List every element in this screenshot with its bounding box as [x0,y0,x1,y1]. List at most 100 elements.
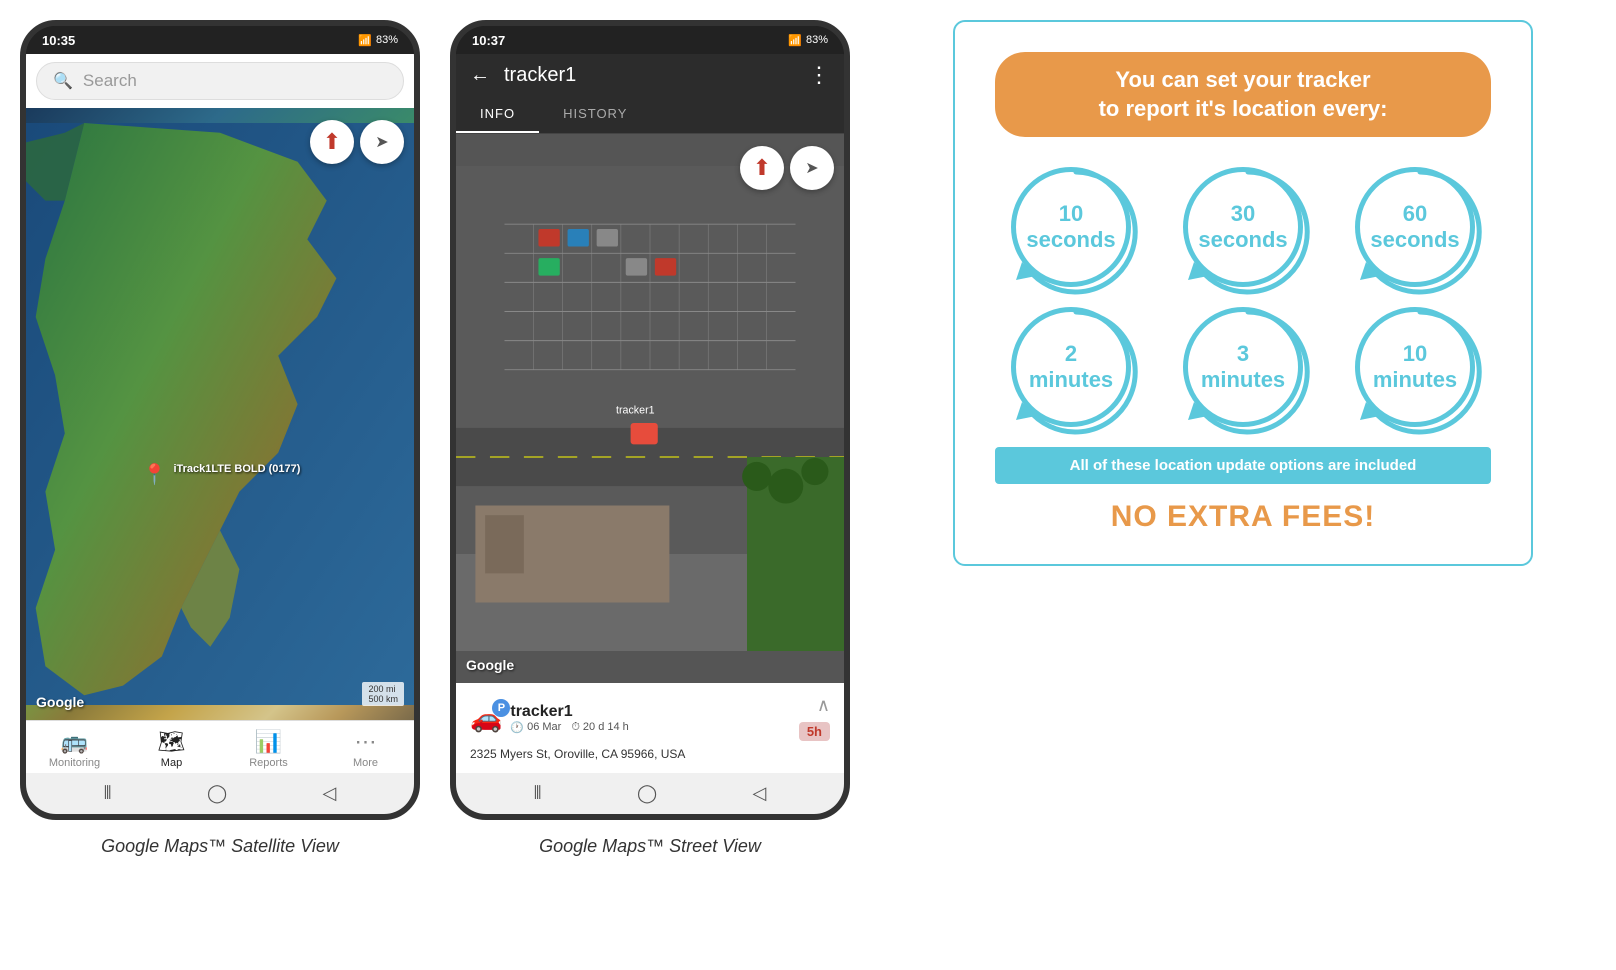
nav-btn-menu[interactable]: ⦀ [104,783,112,804]
circle-ring-3min: 3 minutes [1183,307,1303,427]
phone1-status-icons: 📶 83% [358,34,398,47]
tab-info[interactable]: INFO [456,96,539,133]
phone2-battery: 83% [806,34,828,46]
map-icon: 🗺 [158,729,186,755]
phone1-search-container: 🔍 Search [26,54,414,108]
nav-item-monitoring[interactable]: 🚌 Monitoring [45,729,105,769]
phone1-car-marker: 📍 [142,462,167,487]
phone2-app-header: ← tracker1 ⋮ [456,54,844,96]
scroll-up-icon: ∧ [817,695,830,716]
arrow-svg-10min [1352,304,1488,440]
phone1-status-bar: 10:35 📶 83% [26,26,414,54]
clock-icon: 🕐 [510,721,524,734]
arrow-svg-10 [1008,164,1144,300]
nav-btn-back[interactable]: ◁ [322,783,336,804]
circle-30sec: 30 seconds [1167,167,1319,287]
phone1-wrapper: 10:35 📶 83% 🔍 Search [20,20,420,857]
nav-item-reports[interactable]: 📊 Reports [239,729,299,769]
circle-3min: 3 minutes [1167,307,1319,427]
nav-item-more[interactable]: ⋯ More [336,729,396,769]
phone1-nav-buttons: ⦀ ◯ ◁ [26,773,414,814]
phone1-search-text: Search [83,71,137,91]
nav-item-map[interactable]: 🗺 Map [142,729,202,769]
share2-icon: ➤ [805,158,818,178]
tracker-meta: 🕐 06 Mar ⏱ 20 d 14 h [510,721,628,734]
phone2-nav-btn-home[interactable]: ◯ [637,783,657,804]
circles-grid: 10 seconds 30 seconds [995,167,1491,427]
reports-icon: 📊 [255,729,282,755]
circle-ring-10sec: 10 seconds [1011,167,1131,287]
circle-ring-2min: 2 minutes [1011,307,1131,427]
phone2-share-btn[interactable]: ➤ [790,146,834,190]
tracker-date: 🕐 06 Mar [510,721,561,734]
circle-2min: 2 minutes [995,307,1147,427]
monitoring-icon: 🚌 [61,729,88,755]
phone2-status-icons: 📶 83% [788,34,828,47]
time-badge: 5h [799,722,830,741]
info-header-banner: You can set your tracker to report it's … [995,52,1491,137]
phone1-caption: Google Maps™ Satellite View [101,836,339,857]
phone1-tracker-label: iTrack1LTE BOLD (0177) [173,463,300,475]
phone1-compass-btn[interactable]: ⬆ [310,120,354,164]
phone1-search-bar[interactable]: 🔍 Search [36,62,404,100]
timer-icon: ⏱ [571,721,580,734]
nav-label-reports: Reports [249,757,288,769]
phone1-google-logo: Google [36,694,84,710]
phone2-frame: 10:37 📶 83% ← tracker1 ⋮ INFO HISTORY [450,20,850,820]
phone2-compass-btn[interactable]: ⬆ [740,146,784,190]
phone2-status-bar: 10:37 📶 83% [456,26,844,54]
phone1-time: 10:35 [42,33,75,48]
nav-label-monitoring: Monitoring [49,757,100,769]
circle-ring-60sec: 60 seconds [1355,167,1475,287]
circle-10sec: 10 seconds [995,167,1147,287]
phone1-frame: 10:35 📶 83% 🔍 Search [20,20,420,820]
phone2-map[interactable]: tracker1 ⬆ ➤ Google [456,134,844,683]
phone1-scale-bar: 200 mi 500 km [362,682,404,706]
phone2-signal-icon: 📶 [788,34,802,47]
phone2-time: 10:37 [472,33,505,48]
phone2-nav-btn-menu[interactable]: ⦀ [534,783,542,804]
phone2-google-logo: Google [466,657,514,673]
phone1-bottom-nav: 🚌 Monitoring 🗺 Map 📊 Reports ⋯ More [26,720,414,773]
scale-500km: 500 km [368,694,398,704]
phone1-battery: 83% [376,34,398,46]
share-icon: ➤ [375,132,388,152]
phone2-nav-btn-back[interactable]: ◁ [752,783,766,804]
phone2-tracker-info: 🚗 P tracker1 🕐 06 Mar ⏱ [456,683,844,773]
arrow-svg-2min [1008,304,1144,440]
satellite-map-svg [26,108,414,720]
tracker-name-info: tracker1 🕐 06 Mar ⏱ 20 d 14 h [510,703,628,734]
phone1-signal-icon: 📶 [358,34,372,47]
scale-200mi: 200 mi [368,684,398,694]
more-menu-btn[interactable]: ⋮ [808,62,830,88]
nav-btn-home[interactable]: ◯ [207,783,227,804]
circle-ring-30sec: 30 seconds [1183,167,1303,287]
phone1-map[interactable]: ⬆ ➤ 📍 iTrack1LTE BOLD (0177) Google 200 … [26,108,414,720]
tracker-title: tracker1 [504,64,794,87]
tracker-name: tracker1 [510,703,628,721]
arrow-svg-30 [1180,164,1316,300]
info-panel: You can set your tracker to report it's … [870,0,1616,586]
phone2-caption: Google Maps™ Street View [539,836,761,857]
included-banner: All of these location update options are… [995,447,1491,484]
tab-history[interactable]: HISTORY [539,96,651,133]
nav-label-more: More [353,757,378,769]
back-button[interactable]: ← [470,64,490,87]
no-fees-text: NO EXTRA FEES! [995,500,1491,534]
header-line2: to report it's location every: [1019,95,1467,124]
arrow-svg-3min [1180,304,1316,440]
street-map-svg: tracker1 [456,134,844,683]
phone1-share-btn[interactable]: ➤ [360,120,404,164]
circle-10min: 10 minutes [1339,307,1491,427]
nav-label-map: Map [161,757,182,769]
header-line1: You can set your tracker [1019,66,1467,95]
compass2-icon: ⬆ [753,155,771,181]
phone2-wrapper: 10:37 📶 83% ← tracker1 ⋮ INFO HISTORY [450,20,850,857]
phone2-nav-buttons: ⦀ ◯ ◁ [456,773,844,814]
phone2-tabs: INFO HISTORY [456,96,844,134]
compass-icon: ⬆ [323,129,341,155]
search-icon: 🔍 [53,71,73,91]
tracker-icon-wrapper: 🚗 P [470,703,502,734]
circle-60sec: 60 seconds [1339,167,1491,287]
tracker-p-badge: P [492,699,510,717]
